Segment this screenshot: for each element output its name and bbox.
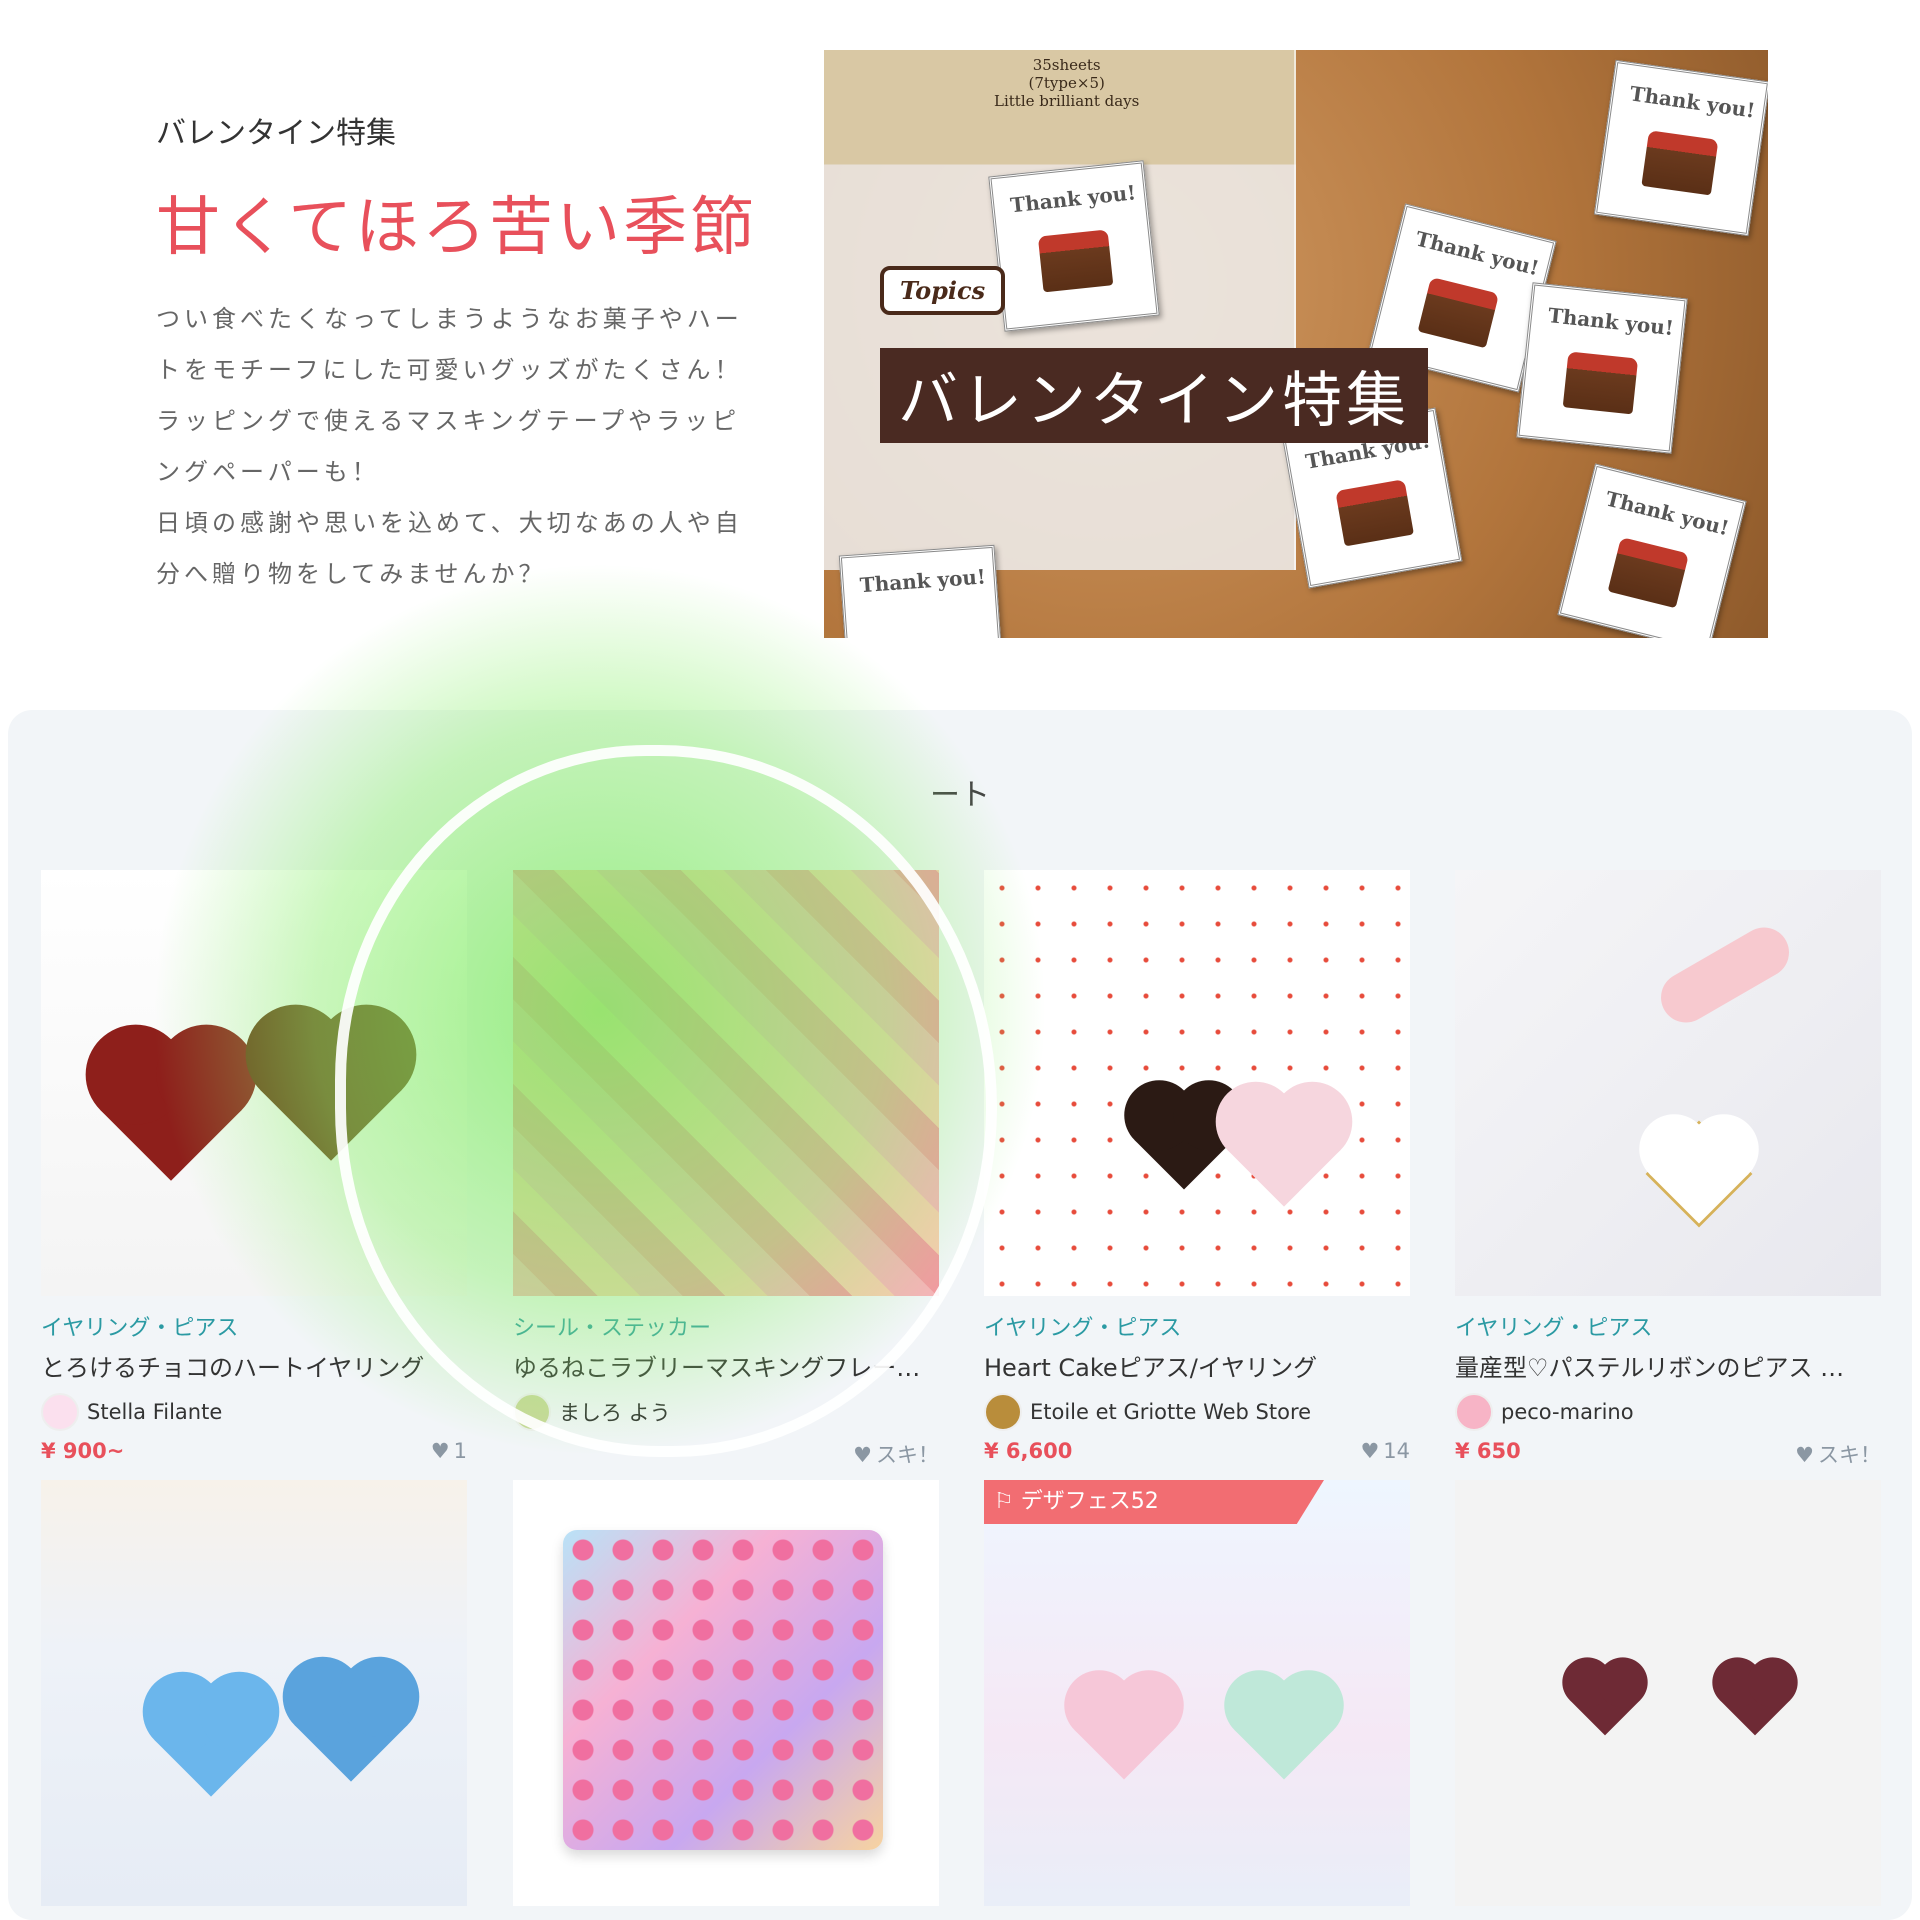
shop-avatar bbox=[984, 1393, 1022, 1431]
like-count: 14 bbox=[1383, 1439, 1410, 1463]
heart-cake-shape bbox=[1227, 1093, 1341, 1207]
like-count: スキ！ bbox=[876, 1443, 939, 1467]
product-category[interactable]: イヤリング・ピアス bbox=[1455, 1310, 1881, 1342]
heart-earring-shape bbox=[260, 1019, 402, 1161]
hero-title: 甘くてほろ苦い季節 bbox=[156, 191, 758, 265]
shop-name: Stella Filante bbox=[87, 1400, 223, 1424]
shop-link[interactable]: Etoile et Griotte Web Store bbox=[984, 1393, 1410, 1431]
product-meta: ¥ 650 ♥ スキ！ bbox=[1455, 1439, 1881, 1469]
heart-icon: ♥ bbox=[1795, 1443, 1814, 1467]
shop-link[interactable]: ましろ よう bbox=[513, 1393, 939, 1431]
blue-heart-shape bbox=[154, 1683, 268, 1797]
product-image[interactable] bbox=[513, 1480, 939, 1906]
shop-avatar bbox=[1455, 1393, 1493, 1431]
feature-hero: バレンタイン特集 甘くてほろ苦い季節 つい食べたくなってしまうようなお菓子やハー… bbox=[0, 0, 1920, 690]
hero-text-block: バレンタイン特集 甘くてほろ苦い季節 つい食べたくなってしまうようなお菓子やハー… bbox=[156, 108, 776, 600]
blue-heart-shape bbox=[294, 1668, 408, 1782]
product-image[interactable] bbox=[1455, 870, 1881, 1296]
heart-pillow bbox=[563, 1530, 883, 1850]
product-card[interactable]: イヤリング・ピアス Heart Cakeピアス/イヤリング Etoile et … bbox=[984, 870, 1410, 1463]
product-meta: ¥ 6,600 ♥ 14 bbox=[984, 1439, 1410, 1463]
like-count: 1 bbox=[453, 1439, 467, 1463]
product-name[interactable]: Heart Cakeピアス/イヤリング bbox=[984, 1348, 1410, 1383]
product-name[interactable]: ゆるねこラブリーマスキングフレー… bbox=[513, 1348, 939, 1383]
product-price: ¥ 6,600 bbox=[984, 1439, 1073, 1463]
product-name[interactable]: 量産型♡パステルリボンのピアス … bbox=[1455, 1348, 1881, 1383]
garnet-heart-shape bbox=[1719, 1664, 1791, 1736]
heart-icon: ♥ bbox=[430, 1439, 450, 1463]
thank-you-card: Thank you! bbox=[1593, 59, 1768, 237]
hero-banner-image[interactable]: 35sheets (7type×5) Little brilliant days… bbox=[824, 50, 1768, 638]
shop-avatar bbox=[513, 1393, 551, 1431]
heart-icon: ♥ bbox=[853, 1443, 872, 1467]
like-button[interactable]: ♥ スキ！ bbox=[1795, 1439, 1881, 1469]
product-card[interactable] bbox=[513, 1480, 939, 1906]
product-section: ート イヤリング・ピアス とろけるチョコのハートイヤリング Stella Fil… bbox=[8, 710, 1912, 1920]
hero-kicker: バレンタイン特集 bbox=[156, 116, 396, 151]
product-card[interactable] bbox=[1455, 1480, 1881, 1906]
like-button[interactable]: ♥ 1 bbox=[431, 1439, 467, 1463]
shop-name: peco-marino bbox=[1501, 1400, 1634, 1424]
thank-you-card: Thank you! bbox=[1516, 282, 1688, 454]
thank-you-card: Thank you! bbox=[988, 160, 1160, 332]
product-image[interactable] bbox=[513, 870, 939, 1296]
banner-title: バレンタイン特集 bbox=[880, 348, 1428, 443]
product-image[interactable]: ⚐ デザフェス52 bbox=[984, 1480, 1410, 1906]
product-image[interactable] bbox=[1455, 1480, 1881, 1906]
product-card[interactable]: イヤリング・ピアス とろけるチョコのハートイヤリング Stella Filant… bbox=[41, 870, 467, 1463]
like-count: スキ！ bbox=[1818, 1443, 1881, 1467]
event-flag[interactable]: ⚐ デザフェス52 bbox=[984, 1480, 1324, 1524]
shop-link[interactable]: Stella Filante bbox=[41, 1393, 467, 1431]
shop-name: ましろ よう bbox=[559, 1401, 671, 1425]
product-card[interactable]: シール・ステッカー ゆるねこラブリーマスキングフレー… ましろ よう ♥ スキ！ bbox=[513, 870, 939, 1469]
heart-icon: ♥ bbox=[1360, 1439, 1380, 1463]
product-card[interactable] bbox=[41, 1480, 467, 1906]
product-card[interactable]: イヤリング・ピアス 量産型♡パステルリボンのピアス … peco-marino … bbox=[1455, 870, 1881, 1469]
candy-heart-shape bbox=[1234, 1680, 1334, 1780]
ribbon-shape bbox=[1651, 918, 1799, 1032]
product-image[interactable] bbox=[41, 1480, 467, 1906]
like-button[interactable]: ♥ 14 bbox=[1360, 1439, 1410, 1463]
product-category[interactable]: イヤリング・ピアス bbox=[41, 1310, 467, 1342]
section-title: ート bbox=[930, 778, 990, 813]
flag-icon: ⚐ bbox=[994, 1489, 1014, 1514]
product-category[interactable]: イヤリング・ピアス bbox=[984, 1310, 1410, 1342]
thank-you-card: Thank you! bbox=[838, 544, 1006, 638]
hero-description: つい食べたくなってしまうようなお菓子やハー トをモチーフにした可愛いグッズがたく… bbox=[156, 305, 743, 588]
product-image[interactable] bbox=[984, 870, 1410, 1296]
like-button[interactable]: ♥ スキ！ bbox=[853, 1439, 939, 1469]
heart-frame-shape bbox=[1645, 1120, 1753, 1228]
candy-heart-shape bbox=[1074, 1680, 1174, 1780]
product-price: ¥ 900~ bbox=[41, 1439, 125, 1463]
product-card[interactable]: ⚐ デザフェス52 bbox=[984, 1480, 1410, 1906]
topics-badge: Topics bbox=[880, 266, 1006, 315]
product-category[interactable]: シール・ステッカー bbox=[513, 1310, 939, 1342]
shop-link[interactable]: peco-marino bbox=[1455, 1393, 1881, 1431]
shop-avatar bbox=[41, 1393, 79, 1431]
product-price: ¥ 650 bbox=[1455, 1439, 1521, 1463]
product-meta: ¥ 900~ ♥ 1 bbox=[41, 1439, 467, 1463]
garnet-heart-shape bbox=[1569, 1664, 1641, 1736]
bag-label: 35sheets (7type×5) Little brilliant days bbox=[994, 56, 1140, 110]
thank-you-card: Thank you! bbox=[1557, 463, 1747, 638]
product-name[interactable]: とろけるチョコのハートイヤリング bbox=[41, 1348, 467, 1383]
shop-name: Etoile et Griotte Web Store bbox=[1030, 1400, 1312, 1424]
heart-earring-shape bbox=[100, 1039, 242, 1181]
event-flag-label: デザフェス52 bbox=[1020, 1489, 1159, 1514]
product-image[interactable] bbox=[41, 870, 467, 1296]
product-meta: ♥ スキ！ bbox=[513, 1439, 939, 1469]
